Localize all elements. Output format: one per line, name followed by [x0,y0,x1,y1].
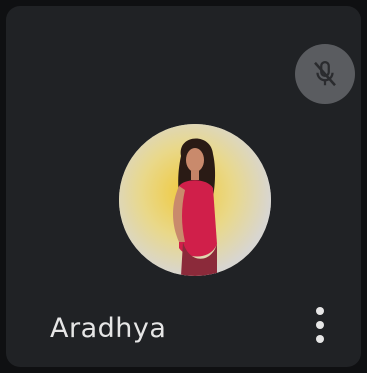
avatar [119,124,271,276]
microphone-off-icon [310,59,340,89]
participant-name: Aradhya [50,313,167,344]
more-vert-icon [316,307,324,315]
mic-muted-badge [295,44,355,104]
more-vert-icon-dot [316,335,324,343]
more-vert-icon-dot [316,321,324,329]
more-options-button[interactable] [306,300,334,350]
profile-photo [119,124,271,276]
participant-tile[interactable]: Aradhya [6,6,361,367]
